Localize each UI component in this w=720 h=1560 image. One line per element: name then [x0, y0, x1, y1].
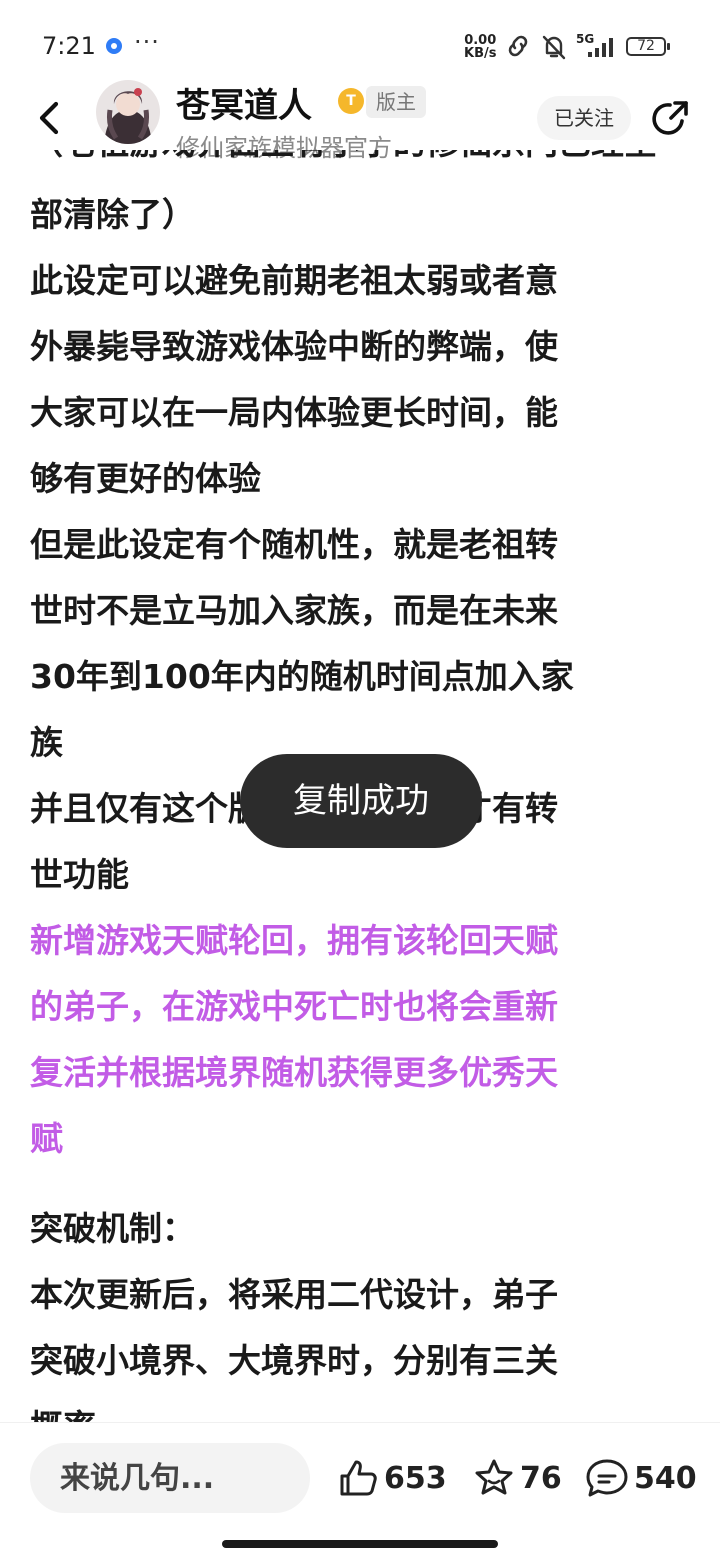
- author-name[interactable]: 苍冥道人: [176, 78, 312, 127]
- thumbs-up-icon: [340, 1460, 377, 1496]
- avatar-image: [96, 80, 160, 144]
- link-icon: [508, 35, 528, 57]
- share-icon[interactable]: [650, 99, 690, 139]
- copy-success-toast: 复制成功: [240, 754, 482, 848]
- author-avatar[interactable]: [96, 80, 160, 144]
- comment-icon: [586, 1459, 628, 1497]
- home-indicator[interactable]: [222, 1540, 498, 1548]
- favorite-button[interactable]: 76: [472, 1453, 562, 1503]
- network-speed-unit: KB/s: [464, 46, 497, 61]
- signal-icon: [588, 38, 613, 57]
- favorite-count: 76: [520, 1460, 562, 1496]
- post-paragraph: 部清除了） 此设定可以避免前期老祖太弱或者意 外暴毙导致游戏体验中断的弊端，使 …: [30, 195, 558, 498]
- post-paragraph-clipped: （老祖游戏界面上有小字的修仙宗门已经全: [30, 150, 690, 176]
- section-heading: 突破机制：: [30, 1209, 195, 1248]
- moderator-badge: 版主: [366, 86, 426, 118]
- more-notifications-icon: ···: [134, 28, 160, 56]
- status-bar: 7:21 ··· 0.00 KB/s 5G 72: [0, 0, 720, 92]
- comment-input[interactable]: [30, 1443, 310, 1513]
- coin-badge-icon: T: [338, 88, 364, 114]
- highlighted-paragraph: 新增游戏天赋轮回，拥有该轮回天赋 的弟子，在游戏中死亡时也将会重新 复活并根据境…: [30, 921, 558, 1158]
- back-button[interactable]: [30, 96, 70, 140]
- like-button[interactable]: 653: [336, 1453, 447, 1503]
- post-paragraph: 但是此设定有个随机性，就是老祖转 世时不是立马加入家族，而是在未来 30年到10…: [30, 525, 574, 762]
- comment-count: 540: [634, 1460, 697, 1496]
- follow-button[interactable]: 已关注: [537, 96, 631, 140]
- star-icon: [475, 1459, 513, 1495]
- status-time: 7:21: [42, 32, 96, 60]
- notification-app-icon: [106, 38, 122, 54]
- network-speed: 0.00 KB/s: [464, 34, 496, 60]
- mute-bell-icon: [542, 35, 566, 60]
- like-count: 653: [384, 1460, 447, 1496]
- post-paragraph: 本次更新后，将采用二代设计，弟子 突破小境界、大境界时，分别有三关 概率: [30, 1275, 558, 1422]
- battery-indicator: 72: [626, 37, 670, 56]
- comment-button[interactable]: 540: [584, 1453, 697, 1503]
